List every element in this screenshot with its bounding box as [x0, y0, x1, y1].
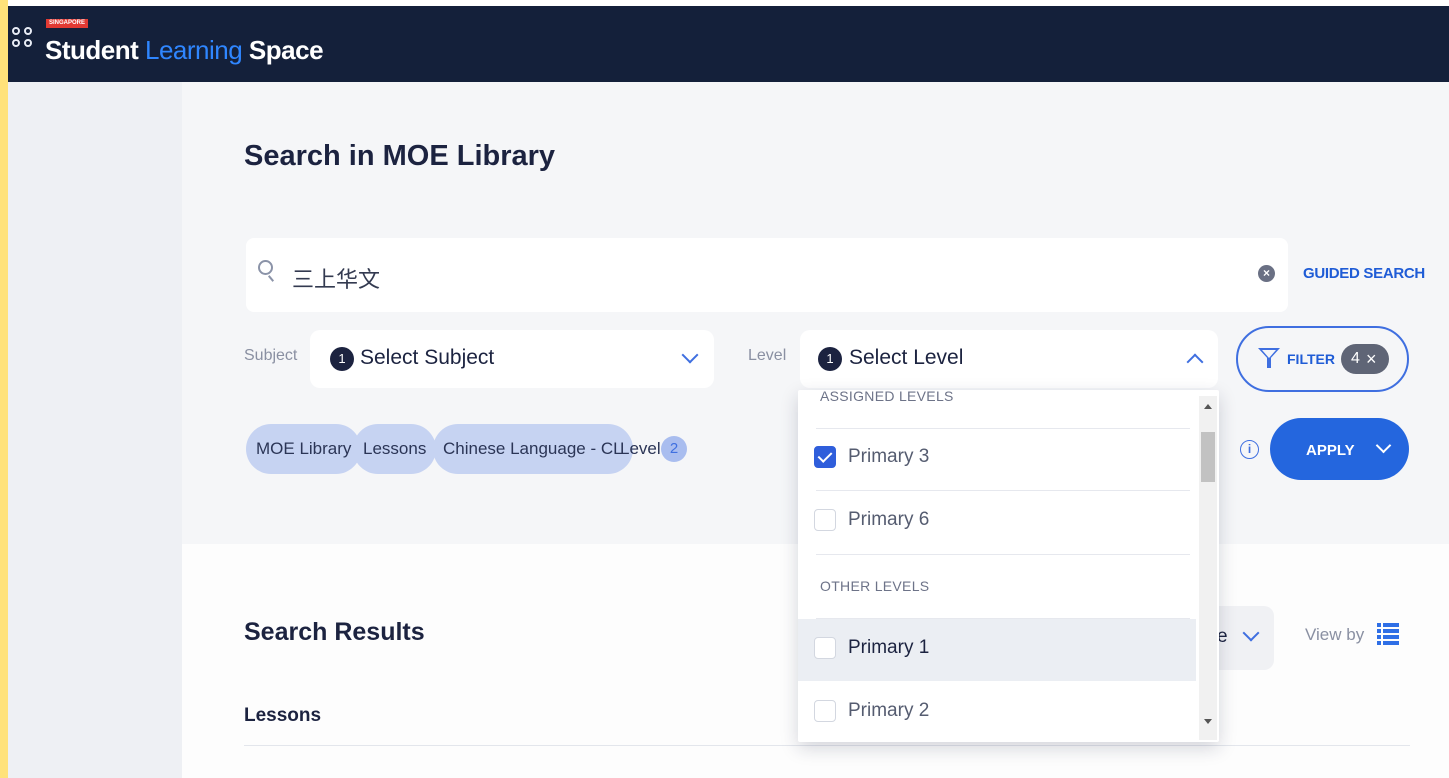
subject-select-placeholder: Select Subject	[360, 346, 495, 369]
chip-moe-library[interactable]: MOE Library	[246, 424, 362, 474]
app-logo[interactable]: Student Learning Space	[45, 35, 324, 66]
scroll-up-arrow-icon[interactable]	[1204, 404, 1212, 409]
search-results-heading: Search Results	[244, 618, 425, 646]
left-edge-strip	[0, 0, 8, 778]
apply-button-label: APPLY	[1306, 442, 1355, 459]
dropdown-option-label: Primary 1	[848, 637, 930, 658]
dropdown-scrollbar[interactable]	[1199, 396, 1217, 740]
chip-chinese-language[interactable]: Chinese Language - CL	[433, 424, 633, 474]
logo-text-student: Student	[45, 35, 145, 65]
page-title: Search in MOE Library	[244, 140, 556, 172]
subject-count-badge: 1	[330, 347, 354, 371]
subject-label: Subject	[244, 347, 298, 364]
dropdown-option-primary-6[interactable]: Primary 6	[798, 491, 1196, 553]
list-view-icon[interactable]	[1377, 623, 1399, 645]
dropdown-group-other: OTHER LEVELS	[820, 578, 930, 594]
chip-level-count[interactable]: 2	[661, 436, 687, 462]
checkbox-checked[interactable]	[814, 446, 836, 468]
results-category-heading: Lessons	[244, 705, 322, 726]
dropdown-group-assigned: ASSIGNED LEVELS	[820, 390, 954, 404]
logo-badge: SINGAPORE	[46, 19, 89, 28]
scrollbar-thumb[interactable]	[1201, 432, 1215, 482]
checkbox-unchecked[interactable]	[814, 700, 836, 722]
logo-dots-icon[interactable]	[12, 27, 34, 49]
guided-search-link[interactable]: GUIDED SEARCH	[1303, 265, 1425, 282]
filter-count-badge[interactable]: 4 ×	[1341, 344, 1389, 374]
view-by-label: View by	[1305, 625, 1365, 644]
dropdown-option-label: Primary 2	[848, 700, 930, 721]
dropdown-option-label: Primary 6	[848, 509, 930, 530]
dropdown-option-primary-1[interactable]: Primary 1	[798, 619, 1196, 681]
filter-count-value: 4	[1351, 350, 1360, 367]
level-label: Level	[748, 347, 787, 364]
results-divider	[244, 745, 1410, 746]
dropdown-option-primary-3[interactable]: Primary 3	[798, 428, 1196, 490]
dropdown-divider	[816, 554, 1190, 555]
logo-text-learning: Learning	[145, 35, 243, 65]
left-sidebar	[8, 82, 182, 778]
clear-search-icon[interactable]: ×	[1258, 265, 1275, 282]
chip-lessons[interactable]: Lessons	[353, 424, 437, 474]
search-query-text[interactable]: 三上华文	[292, 262, 380, 294]
filter-funnel-icon	[1258, 348, 1280, 370]
search-icon	[258, 260, 278, 282]
logo-text-space: Space	[242, 35, 324, 65]
chip-level-label[interactable]: Level	[620, 439, 661, 459]
search-input[interactable]	[246, 238, 1288, 312]
scroll-down-arrow-icon[interactable]	[1204, 719, 1212, 724]
level-select-placeholder: Select Level	[849, 346, 964, 369]
info-icon[interactable]: i	[1240, 440, 1259, 459]
app-frame: SINGAPORE Student Learning Space Search …	[0, 0, 1449, 778]
level-dropdown-menu: ASSIGNED LEVELS Primary 3 Primary 6 OTHE…	[798, 390, 1219, 742]
checkbox-unchecked[interactable]	[814, 509, 836, 531]
dropdown-option-primary-2[interactable]: Primary 2	[798, 682, 1196, 742]
dropdown-option-label: Primary 3	[848, 446, 930, 467]
top-navigation-bar: SINGAPORE Student Learning Space	[8, 6, 1449, 82]
level-count-badge: 1	[818, 347, 842, 371]
clear-filter-icon[interactable]: ×	[1366, 344, 1377, 374]
filter-label: FILTER	[1287, 351, 1335, 367]
checkbox-unchecked[interactable]	[814, 637, 836, 659]
